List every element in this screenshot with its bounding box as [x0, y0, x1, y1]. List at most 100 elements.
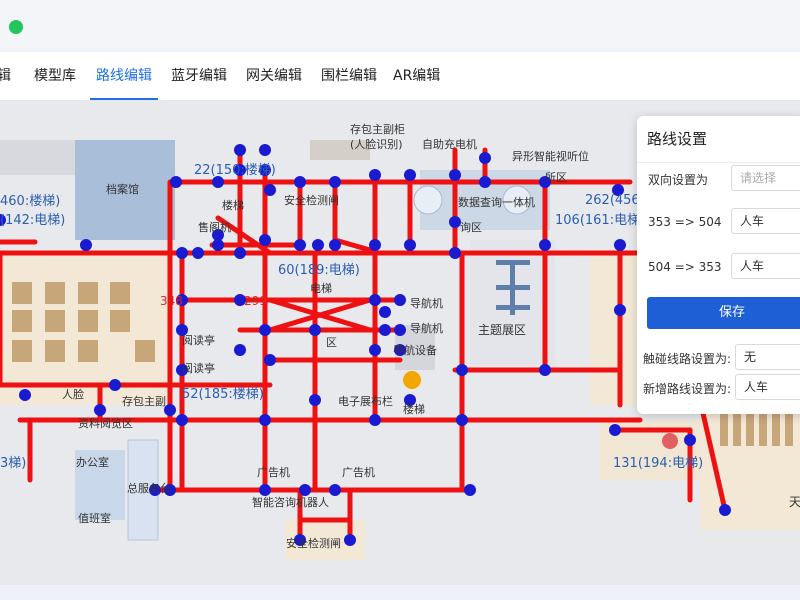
- furniture-shelf: [785, 412, 793, 446]
- route-b-select[interactable]: 人车: [731, 253, 800, 279]
- furniture-table: [45, 340, 65, 362]
- label-node-299: 299: [244, 294, 267, 308]
- furniture-shelf: [733, 412, 741, 446]
- route-node[interactable]: [369, 344, 381, 356]
- furniture-shelf: [720, 412, 728, 446]
- route-node[interactable]: [369, 414, 381, 426]
- route-node[interactable]: [294, 239, 306, 251]
- route-node[interactable]: [394, 324, 406, 336]
- route-node[interactable]: [259, 484, 271, 496]
- tab-fence-edit[interactable]: 围栏编辑: [321, 52, 377, 100]
- route-node[interactable]: [404, 239, 416, 251]
- route-node[interactable]: [329, 484, 341, 496]
- route-node[interactable]: [109, 379, 121, 391]
- bidirectional-select[interactable]: 请选择: [731, 165, 800, 191]
- collision-label: 触碰线路设置为:: [643, 352, 732, 366]
- tab-partial[interactable]: 辑: [0, 52, 11, 100]
- route-node[interactable]: [19, 389, 31, 401]
- furniture-table: [12, 340, 32, 362]
- label-data-query: 数据查询一体机: [458, 195, 535, 209]
- route-node[interactable]: [449, 169, 461, 181]
- fire-icon: [662, 433, 678, 449]
- label-ad-b: 广告机: [342, 465, 375, 479]
- route-node[interactable]: [94, 404, 106, 416]
- route-node[interactable]: [449, 247, 461, 259]
- label-ren-lian: 人脸: [62, 387, 84, 401]
- route-node[interactable]: [404, 169, 416, 181]
- label-cun-bao: 存包主副: [122, 394, 166, 408]
- label-elevator-460: 460:楼梯): [0, 194, 60, 209]
- route-node[interactable]: [192, 247, 204, 259]
- route-a-select[interactable]: 人车: [731, 208, 800, 234]
- route-node[interactable]: [464, 484, 476, 496]
- route-node[interactable]: [176, 247, 188, 259]
- save-button[interactable]: 保存: [647, 297, 800, 329]
- label-elevator-106: 106(161:电梯: [555, 213, 640, 228]
- label-elevator-52: 52(185:楼梯): [182, 387, 264, 402]
- route-node[interactable]: [614, 239, 626, 251]
- route-node[interactable]: [379, 306, 391, 318]
- route-node[interactable]: [344, 534, 356, 546]
- label-security-gate-b: 安全检测闸: [286, 536, 341, 550]
- route-node[interactable]: [212, 239, 224, 251]
- route-node[interactable]: [234, 144, 246, 156]
- label-ticket: 售阁机: [198, 220, 231, 234]
- route-node[interactable]: [264, 184, 276, 196]
- route-node[interactable]: [299, 484, 311, 496]
- route-node[interactable]: [479, 152, 491, 164]
- new-route-select[interactable]: 人车: [735, 374, 800, 400]
- furniture-table: [45, 310, 65, 332]
- route-node[interactable]: [614, 304, 626, 316]
- route-node[interactable]: [479, 176, 491, 188]
- route-node[interactable]: [329, 239, 341, 251]
- route-b-label: 504 => 353: [648, 260, 722, 274]
- window-status-dot[interactable]: [9, 20, 23, 34]
- furniture-table: [135, 340, 155, 362]
- label-archive-room: 资料阅览区: [78, 416, 133, 430]
- tab-gateway-edit[interactable]: 网关编辑: [246, 52, 302, 100]
- route-node[interactable]: [456, 414, 468, 426]
- route-node[interactable]: [309, 324, 321, 336]
- furniture-table: [78, 282, 98, 304]
- route-node[interactable]: [719, 504, 731, 516]
- route-node[interactable]: [609, 424, 621, 436]
- label-tian: 天: [789, 495, 800, 509]
- label-smart-video: 异形智能视听位: [512, 149, 589, 163]
- panel-divider: [637, 162, 800, 163]
- route-node[interactable]: [684, 434, 696, 446]
- route-node[interactable]: [264, 354, 276, 366]
- route-node[interactable]: [369, 239, 381, 251]
- route-node[interactable]: [294, 176, 306, 188]
- route-node[interactable]: [170, 176, 182, 188]
- bidirectional-label: 双向设置为: [648, 173, 709, 187]
- label-auto-charge: 自助充电机: [422, 137, 477, 151]
- route-node[interactable]: [259, 414, 271, 426]
- route-node[interactable]: [176, 414, 188, 426]
- route-node[interactable]: [312, 239, 324, 251]
- route-node[interactable]: [394, 294, 406, 306]
- tab-route-edit[interactable]: 路线编辑: [90, 52, 158, 100]
- label-guide-b: 导航机: [410, 321, 443, 335]
- route-node[interactable]: [539, 364, 551, 376]
- route-node[interactable]: [379, 324, 391, 336]
- new-route-label: 新增路线设置为:: [643, 382, 732, 396]
- route-node[interactable]: [259, 144, 271, 156]
- label-zone-qu2: 区: [326, 336, 337, 349]
- collision-select[interactable]: 无: [735, 344, 800, 370]
- route-node[interactable]: [369, 169, 381, 181]
- route-node[interactable]: [259, 234, 271, 246]
- route-node[interactable]: [234, 344, 246, 356]
- label-duty: 值班室: [78, 511, 111, 525]
- route-node[interactable]: [80, 239, 92, 251]
- route-node[interactable]: [259, 324, 271, 336]
- tab-ar-edit[interactable]: AR编辑: [393, 52, 440, 100]
- route-node[interactable]: [234, 247, 246, 259]
- tab-bluetooth-edit[interactable]: 蓝牙编辑: [171, 52, 227, 100]
- route-node[interactable]: [369, 294, 381, 306]
- route-node[interactable]: [309, 394, 321, 406]
- tab-model-library[interactable]: 模型库: [34, 52, 76, 100]
- route-node[interactable]: [456, 364, 468, 376]
- route-node[interactable]: [329, 176, 341, 188]
- route-node[interactable]: [539, 239, 551, 251]
- label-stairs-b: 楼梯: [403, 402, 425, 416]
